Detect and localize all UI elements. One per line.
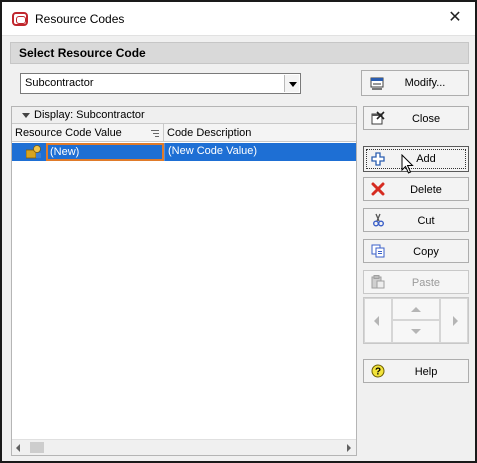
svg-text:?: ? bbox=[375, 367, 381, 378]
app-icon bbox=[12, 12, 28, 26]
arrow-right-icon bbox=[453, 316, 458, 326]
help-button[interactable]: ? Help bbox=[363, 359, 469, 383]
resource-code-icon bbox=[26, 145, 41, 159]
column-header-label: Code Description bbox=[167, 127, 252, 139]
close-button[interactable]: Close bbox=[363, 106, 469, 130]
modify-button[interactable]: Modify... bbox=[361, 70, 469, 96]
scissors-icon bbox=[373, 213, 384, 227]
copy-icon bbox=[371, 244, 385, 258]
cut-label: Cut bbox=[417, 215, 435, 227]
cut-button[interactable]: Cut bbox=[363, 208, 469, 232]
move-up-button[interactable] bbox=[392, 298, 440, 320]
copy-button[interactable]: Copy bbox=[363, 239, 469, 263]
combo-value: Subcontractor bbox=[25, 77, 94, 89]
column-header-description[interactable]: Code Description bbox=[164, 124, 356, 142]
move-down-button[interactable] bbox=[392, 320, 440, 343]
delete-label: Delete bbox=[410, 184, 442, 196]
close-window-icon bbox=[371, 111, 385, 125]
code-description-text: (New Code Value) bbox=[168, 145, 258, 157]
code-value-text: (New) bbox=[50, 146, 80, 158]
sort-icon bbox=[151, 130, 159, 137]
help-label: Help bbox=[414, 366, 438, 378]
arrow-left-icon bbox=[374, 316, 379, 326]
window-title: Resource Codes bbox=[35, 12, 125, 26]
resource-code-grid: Display: Subcontractor Resource Code Val… bbox=[11, 106, 357, 456]
code-value-cell[interactable]: (New) bbox=[46, 143, 164, 161]
red-x-icon bbox=[371, 182, 385, 196]
move-right-button[interactable] bbox=[440, 298, 468, 343]
display-bar[interactable]: Display: Subcontractor bbox=[12, 107, 356, 124]
section-header: Select Resource Code bbox=[10, 42, 469, 64]
move-controls bbox=[363, 297, 469, 344]
question-icon: ? bbox=[371, 364, 385, 378]
resource-codes-dialog: Resource Codes ✕ Select Resource Code Su… bbox=[0, 0, 477, 463]
plus-icon bbox=[371, 152, 385, 166]
mouse-cursor-icon bbox=[401, 154, 414, 174]
scroll-thumb[interactable] bbox=[30, 442, 44, 453]
add-label: Add bbox=[416, 153, 436, 165]
paste-button[interactable]: Paste bbox=[363, 270, 469, 294]
move-left-button[interactable] bbox=[364, 298, 392, 343]
table-row[interactable]: (New) (New Code Value) bbox=[12, 143, 356, 161]
arrow-down-icon bbox=[411, 329, 421, 334]
copy-label: Copy bbox=[413, 246, 439, 258]
add-button[interactable]: Add bbox=[363, 146, 469, 172]
resource-code-select[interactable]: Subcontractor bbox=[20, 73, 301, 94]
chevron-down-icon[interactable] bbox=[284, 75, 299, 92]
column-header-label: Resource Code Value bbox=[15, 127, 122, 139]
horizontal-scrollbar[interactable] bbox=[12, 439, 356, 455]
section-title: Select Resource Code bbox=[19, 46, 146, 60]
title-bar: Resource Codes ✕ bbox=[2, 2, 475, 36]
display-label: Display: Subcontractor bbox=[34, 109, 145, 121]
paste-label: Paste bbox=[411, 277, 441, 289]
arrow-up-icon bbox=[411, 307, 421, 312]
scroll-left-icon[interactable] bbox=[16, 444, 20, 452]
delete-button[interactable]: Delete bbox=[363, 177, 469, 201]
window-close-button[interactable]: ✕ bbox=[445, 8, 465, 28]
column-header-value[interactable]: Resource Code Value bbox=[12, 124, 164, 142]
collapse-triangle-icon[interactable] bbox=[22, 113, 30, 118]
code-description-cell[interactable]: (New Code Value) bbox=[164, 143, 356, 161]
scroll-right-icon[interactable] bbox=[347, 444, 351, 452]
modify-label: Modify... bbox=[404, 77, 446, 89]
close-label: Close bbox=[411, 113, 441, 125]
paste-icon bbox=[371, 275, 385, 289]
